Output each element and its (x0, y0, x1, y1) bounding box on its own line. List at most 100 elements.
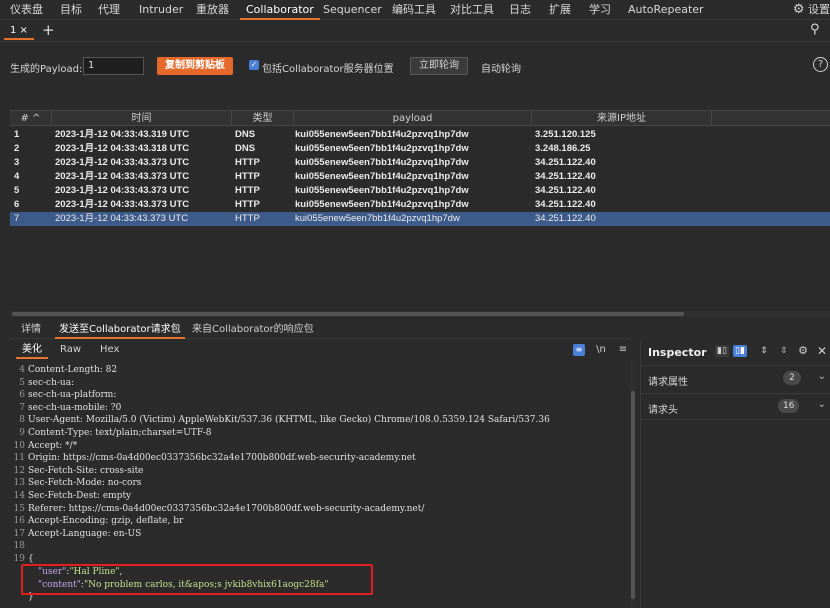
generated-payload-label: 生成的Payload: (10, 64, 83, 75)
add-tab-button[interactable]: + (42, 21, 55, 39)
nav-tab-target[interactable]: 目标 (60, 0, 82, 20)
cell-type: HTTP (235, 171, 260, 182)
line-number: 13 (13, 478, 25, 489)
code-line: 9 Content-Type: text/plain;charset=UTF-8 (10, 427, 211, 440)
cell-type: DNS (235, 129, 256, 140)
tab-hex[interactable]: Hex (94, 342, 125, 359)
line-number: 7 (19, 402, 25, 413)
cell-time: 2023-1月-12 04:33:43.373 UTC (55, 213, 189, 224)
nav-tab-collaborator[interactable]: Collaborator (240, 0, 320, 20)
nav-tab-extensions[interactable]: 扩展 (549, 0, 571, 20)
cell-ip: 3.251.120.125 (535, 129, 596, 140)
cell-num: 7 (14, 213, 20, 224)
tab-response-from-collaborator[interactable]: 来自Collaborator的响应包 (188, 322, 318, 339)
message-menu-icon[interactable]: ≡ (616, 343, 630, 357)
search-icon[interactable]: ⚲ (810, 22, 820, 37)
nav-tab-intruder[interactable]: Intruder (139, 0, 183, 20)
cell-num: 1 (14, 129, 20, 140)
close-icon[interactable]: ✕ (815, 345, 829, 357)
col-type[interactable]: 类型 (232, 111, 294, 126)
section-count-badge: 2 (783, 371, 801, 385)
cell-ip: 34.251.122.40 (535, 213, 596, 224)
code-line: 17 Accept-Language: en-US (10, 528, 142, 541)
section-count-badge: 16 (778, 399, 800, 413)
line-text: User-Agent: Mozilla/5.0 (Victim) AppleWe… (28, 415, 550, 426)
line-text: Accept: */* (28, 440, 78, 451)
col-payload[interactable]: payload (294, 111, 532, 126)
nav-tab-proxy[interactable]: 代理 (98, 0, 120, 20)
code-line: 18 (10, 540, 28, 553)
table-row[interactable]: 5 2023-1月-12 04:33:43.373 UTC HTTP kui055en… (10, 184, 830, 198)
chevron-down-icon[interactable]: ⌄ (818, 371, 826, 382)
layout-left-icon[interactable]: ▮▯ (715, 345, 729, 357)
nav-tab-logger[interactable]: 日志 (509, 0, 531, 20)
code-line: 10 Accept: */* (10, 440, 78, 453)
nav-tab-repeater[interactable]: 重放器 (196, 0, 229, 20)
copy-to-clipboard-button[interactable]: 复制到剪贴板 (157, 57, 233, 75)
table-row[interactable]: 1 2023-1月-12 04:33:43.319 UTC DNS kui055ene… (10, 128, 830, 142)
code-line: 4 Content-Length: 82 (10, 364, 117, 377)
layout-right-icon[interactable]: ▯▮ (733, 345, 747, 357)
tab-pretty[interactable]: 美化 (16, 342, 48, 359)
col-num[interactable]: # ^ (10, 111, 52, 126)
pretty-print-icon[interactable]: ≡ (573, 344, 585, 356)
nav-tab-sequencer[interactable]: Sequencer (323, 0, 382, 20)
inspector-title: Inspector (648, 346, 707, 359)
line-number: 17 (13, 528, 25, 539)
table-row[interactable]: 3 2023-1月-12 04:33:43.373 UTC HTTP kui055en… (10, 156, 830, 170)
table-row[interactable]: 2 2023-1月-12 04:33:43.318 UTC DNS kui055ene… (10, 142, 830, 156)
cell-type: DNS (235, 143, 256, 154)
cell-ip: 34.251.122.40 (535, 199, 596, 210)
vertical-scrollbar[interactable] (630, 359, 635, 608)
table-header: # ^ 时间 类型 payload 来源IP地址 (10, 111, 830, 126)
cell-num: 4 (14, 171, 20, 182)
col-time[interactable]: 时间 (52, 111, 232, 126)
nav-tab-learn[interactable]: 学习 (589, 0, 611, 20)
tab-request-to-collaborator[interactable]: 发送至Collaborator请求包 (55, 322, 185, 339)
nav-tab-autorepeater[interactable]: AutoRepeater (628, 0, 704, 20)
line-text: Sec-Fetch-Mode: no-cors (28, 478, 142, 489)
line-text: { (28, 554, 34, 564)
code-line: 11 Origin: https://cms-0a4d00ec0337356bc3… (10, 452, 416, 465)
newline-toggle-icon[interactable]: \n (594, 343, 608, 357)
tab-details[interactable]: 详情 (17, 322, 45, 339)
nav-tab-comparer[interactable]: 对比工具 (450, 0, 494, 20)
inspector-section-request-attributes[interactable]: 请求属性 2 ⌄ (641, 365, 830, 392)
cell-ip: 34.251.122.40 (535, 171, 596, 182)
auto-poll-label[interactable]: 自动轮询 (481, 60, 521, 75)
settings-button[interactable]: ⚙ 设置 (793, 0, 830, 20)
poll-now-button[interactable]: 立即轮询 (410, 57, 468, 75)
collapse-icon[interactable]: ⇳ (777, 345, 791, 357)
col-source-ip[interactable]: 来源IP地址 (532, 111, 712, 126)
nav-tab-dashboard[interactable]: 仪表盘 (10, 0, 43, 20)
tab-raw[interactable]: Raw (54, 342, 87, 359)
inspector-settings-icon[interactable]: ⚙ (796, 345, 810, 357)
code-line: 13 Sec-Fetch-Mode: no-cors (10, 477, 142, 490)
line-text: Origin: https://cms-0a4d00ec0337356bc32a… (28, 453, 416, 464)
nav-tab-decoder[interactable]: 编码工具 (392, 0, 436, 20)
inspector-section-request-headers[interactable]: 请求头 16 ⌄ (641, 393, 830, 420)
cell-payload: kui055enew5een7bb1f4u2pzvq1hp7dw (295, 157, 469, 168)
chevron-down-icon[interactable]: ⌄ (818, 399, 826, 410)
table-row[interactable]: 7 2023-1月-12 04:33:43.373 UTC HTTP kui055en… (10, 212, 830, 226)
line-number: 15 (13, 503, 25, 514)
line-text: Sec-Fetch-Dest: empty (28, 491, 132, 501)
cell-payload: kui055enew5een7bb1f4u2pzvq1hp7dw (295, 185, 469, 196)
cell-ip: 34.251.122.40 (535, 185, 596, 196)
scrollbar-thumb[interactable] (12, 312, 684, 316)
line-number: 18 (13, 541, 25, 552)
line-text: sec-ch-ua-platform: (28, 390, 117, 401)
table-row[interactable]: 6 2023-1月-12 04:33:43.373 UTC HTTP kui055en… (10, 198, 830, 212)
help-icon[interactable]: ? (813, 57, 828, 72)
collab-tab-1[interactable]: 1 × (4, 22, 34, 40)
line-number: 12 (13, 465, 25, 476)
horizontal-scrollbar[interactable] (10, 311, 830, 317)
expand-icon[interactable]: ⇕ (757, 345, 771, 357)
scrollbar-thumb[interactable] (631, 391, 635, 599)
include-server-location-checkbox[interactable]: ✓ (249, 60, 259, 70)
highlight-box (21, 564, 373, 595)
payload-count-input[interactable]: 1 (83, 57, 144, 75)
table-row[interactable]: 4 2023-1月-12 04:33:43.373 UTC HTTP kui055en… (10, 170, 830, 184)
code-line: 14 Sec-Fetch-Dest: empty (10, 490, 132, 503)
line-text: sec-ch-ua: (28, 377, 75, 388)
